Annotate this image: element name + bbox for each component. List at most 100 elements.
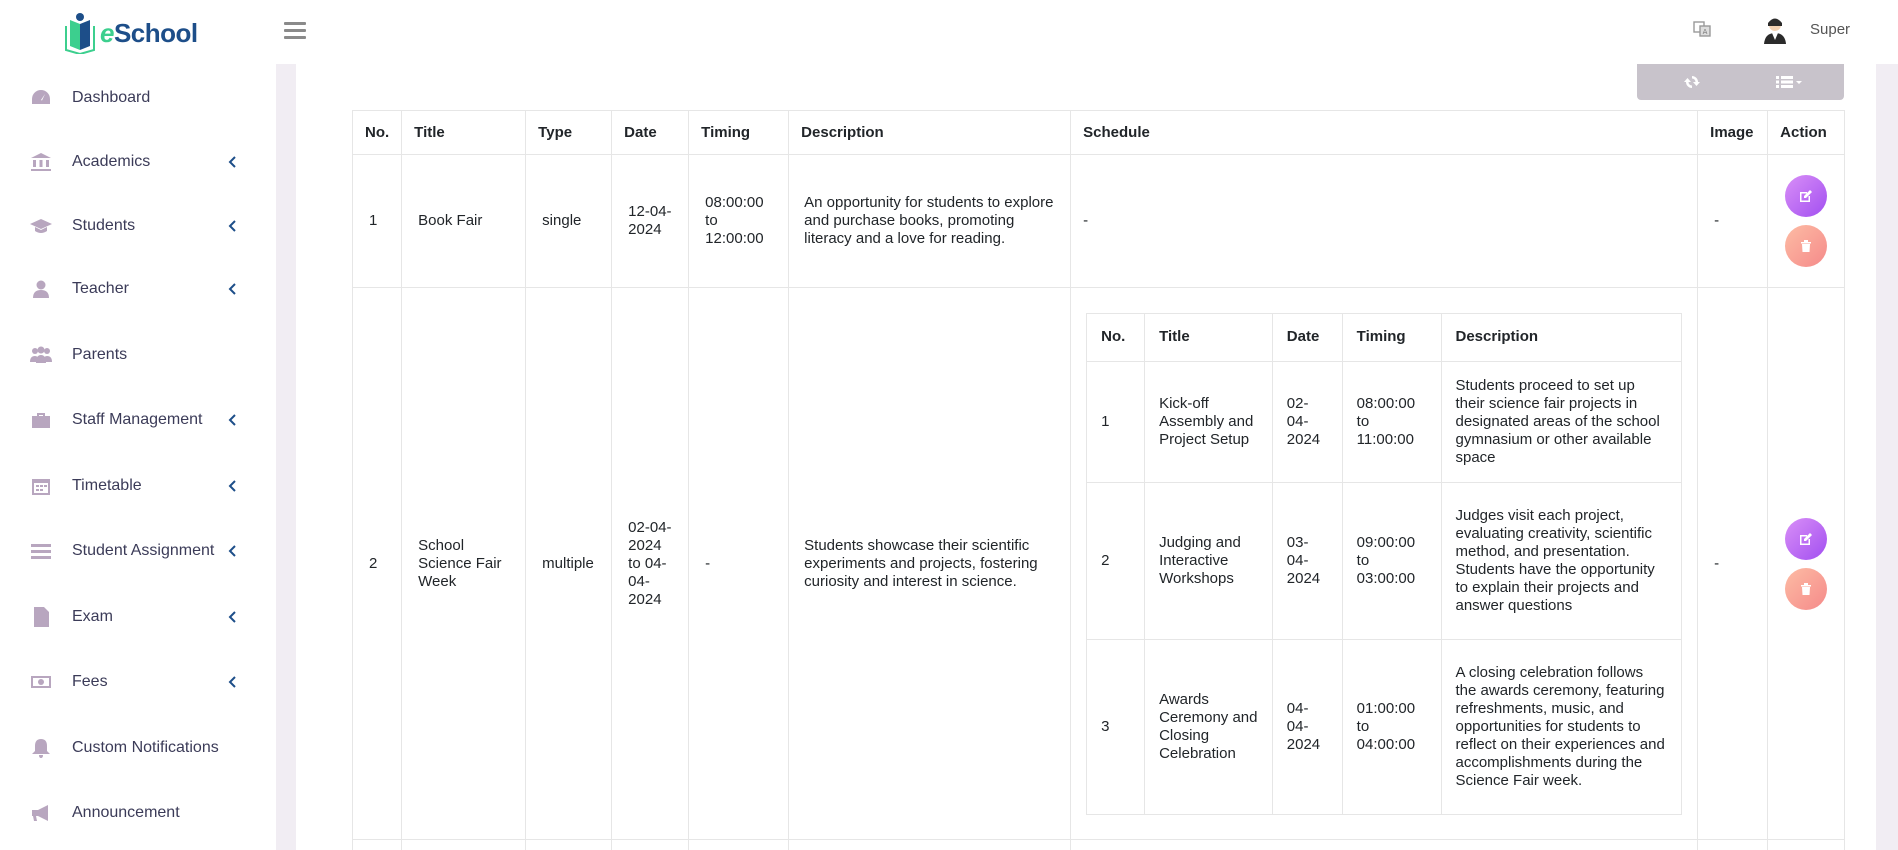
column-header-title[interactable]: Title [401, 110, 527, 155]
graduation-cap-icon [28, 215, 54, 237]
schedule-cell-date: 03-04-2024 [1271, 481, 1343, 640]
schedule-header-date: Date [1271, 312, 1343, 362]
schedule-cell-date: 02-04-2024 [1271, 360, 1343, 483]
schedule-cell-timing: 09:00:00 to 03:00:00 [1341, 481, 1442, 640]
schedule-cell-timing: 08:00:00 to 11:00:00 [1341, 360, 1442, 483]
chevron-left-icon [227, 675, 237, 689]
edit-button[interactable] [1785, 517, 1828, 560]
top-bar: eSchool A Super [0, 0, 1898, 64]
columns-toggle-button[interactable] [1769, 71, 1809, 93]
cell-description: Students showcase their scientific exper… [788, 287, 1072, 840]
cell-type: multiple [525, 287, 613, 840]
refresh-button[interactable] [1677, 71, 1707, 93]
cell-image: - [1697, 287, 1769, 840]
delete-button[interactable] [1785, 225, 1828, 267]
avatar[interactable] [1762, 16, 1788, 44]
bell-icon [28, 737, 54, 759]
user-icon [28, 278, 54, 300]
cell-empty [525, 839, 613, 850]
sidebar-item-student-assignment[interactable]: Student Assignment [0, 531, 276, 571]
sidebar-item-students[interactable]: Students [0, 206, 276, 246]
schedule-cell-title: Awards Ceremony and Closing Celebration [1144, 638, 1273, 815]
table-row: 2 School Science Fair Week multiple 02-0… [351, 287, 1846, 840]
user-name[interactable]: Super [1810, 21, 1850, 38]
language-icon[interactable]: A [1693, 20, 1711, 38]
sidebar-item-teacher[interactable]: Teacher [0, 269, 276, 309]
column-header-timing[interactable]: Timing [688, 110, 790, 155]
table-toolbar [1637, 64, 1844, 100]
cell-date: 02-04-2024 to 04-04-2024 [611, 287, 690, 840]
chevron-left-icon [227, 413, 237, 427]
edit-button[interactable] [1785, 175, 1828, 217]
logo-icon [65, 13, 95, 54]
schedule-table: No. Title Date Timing Description 1 Kick… [1086, 312, 1683, 815]
schedule-header-description: Description [1440, 312, 1683, 362]
column-header-date[interactable]: Date [611, 110, 690, 155]
sidebar-item-academics[interactable]: Academics [0, 142, 276, 182]
table-header-row: No. Title Type Date Timing Description S… [351, 110, 1846, 155]
cell-empty [611, 839, 690, 850]
sidebar-item-fees[interactable]: Fees [0, 662, 276, 702]
sidebar-item-dashboard[interactable]: Dashboard [0, 78, 276, 118]
table-row [351, 839, 1846, 850]
chevron-left-icon [227, 282, 237, 296]
cell-timing: - [688, 287, 790, 840]
sidebar-item-custom-notifications[interactable]: Custom Notifications [0, 728, 276, 768]
cell-empty [788, 839, 1072, 850]
sidebar-item-timetable[interactable]: Timetable [0, 466, 276, 506]
events-table: No. Title Type Date Timing Description S… [351, 110, 1846, 850]
list-icon [1776, 76, 1802, 88]
column-header-action: Action [1767, 110, 1846, 155]
briefcase-icon [28, 409, 54, 431]
brand-logo[interactable]: eSchool [62, 12, 198, 54]
schedule-cell-date: 04-04-2024 [1271, 638, 1343, 815]
column-header-schedule[interactable]: Schedule [1070, 110, 1699, 155]
dashboard-icon [28, 87, 54, 109]
trash-icon [1801, 582, 1812, 595]
cell-schedule: - [1070, 154, 1699, 288]
schedule-cell-no: 1 [1086, 360, 1146, 483]
column-header-type[interactable]: Type [525, 110, 613, 155]
cell-empty [688, 839, 790, 850]
chevron-left-icon [227, 155, 237, 169]
chevron-left-icon [227, 544, 237, 558]
delete-button[interactable] [1785, 567, 1828, 610]
edit-icon [1800, 532, 1813, 545]
cell-image: - [1697, 154, 1769, 288]
cell-empty [1767, 839, 1846, 850]
users-icon [28, 344, 54, 366]
column-header-no[interactable]: No. [351, 110, 403, 155]
chevron-left-icon [227, 610, 237, 624]
schedule-row: 3 Awards Ceremony and Closing Celebratio… [1086, 638, 1683, 815]
cell-empty [1070, 839, 1699, 850]
schedule-cell-description: A closing celebration follows the awards… [1440, 638, 1683, 815]
schedule-row: 2 Judging and Interactive Workshops 03-0… [1086, 481, 1683, 640]
tasks-icon [28, 540, 54, 562]
sidebar-item-exam[interactable]: Exam [0, 597, 276, 637]
chevron-left-icon [227, 479, 237, 493]
schedule-cell-no: 2 [1086, 481, 1146, 640]
cell-description: An opportunity for students to explore a… [788, 154, 1072, 288]
cell-no: 2 [351, 287, 403, 840]
sidebar-item-staff-management[interactable]: Staff Management [0, 400, 276, 440]
main-content: No. Title Type Date Timing Description S… [276, 64, 1898, 850]
cell-empty [1697, 839, 1769, 850]
schedule-cell-timing: 01:00:00 to 04:00:00 [1341, 638, 1442, 815]
brand-name: eSchool [100, 17, 198, 48]
svg-text:A: A [1703, 28, 1708, 36]
cell-date: 12-04-2024 [611, 154, 690, 288]
menu-toggle-icon[interactable] [284, 22, 306, 40]
refresh-icon [1684, 76, 1700, 88]
sidebar-item-announcement[interactable]: Announcement [0, 793, 276, 833]
sidebar-item-parents[interactable]: Parents [0, 335, 276, 375]
document-icon [28, 606, 54, 628]
cell-title: Book Fair [401, 154, 527, 288]
column-header-image[interactable]: Image [1697, 110, 1769, 155]
column-header-description[interactable]: Description [788, 110, 1072, 155]
cell-action [1767, 287, 1846, 840]
table-row: 1 Book Fair single 12-04-2024 08:00:00 t… [351, 154, 1846, 288]
chevron-left-icon [227, 219, 237, 233]
cell-no: 1 [351, 154, 403, 288]
bullhorn-icon [28, 802, 54, 824]
schedule-cell-description: Judges visit each project, evaluating cr… [1440, 481, 1683, 640]
